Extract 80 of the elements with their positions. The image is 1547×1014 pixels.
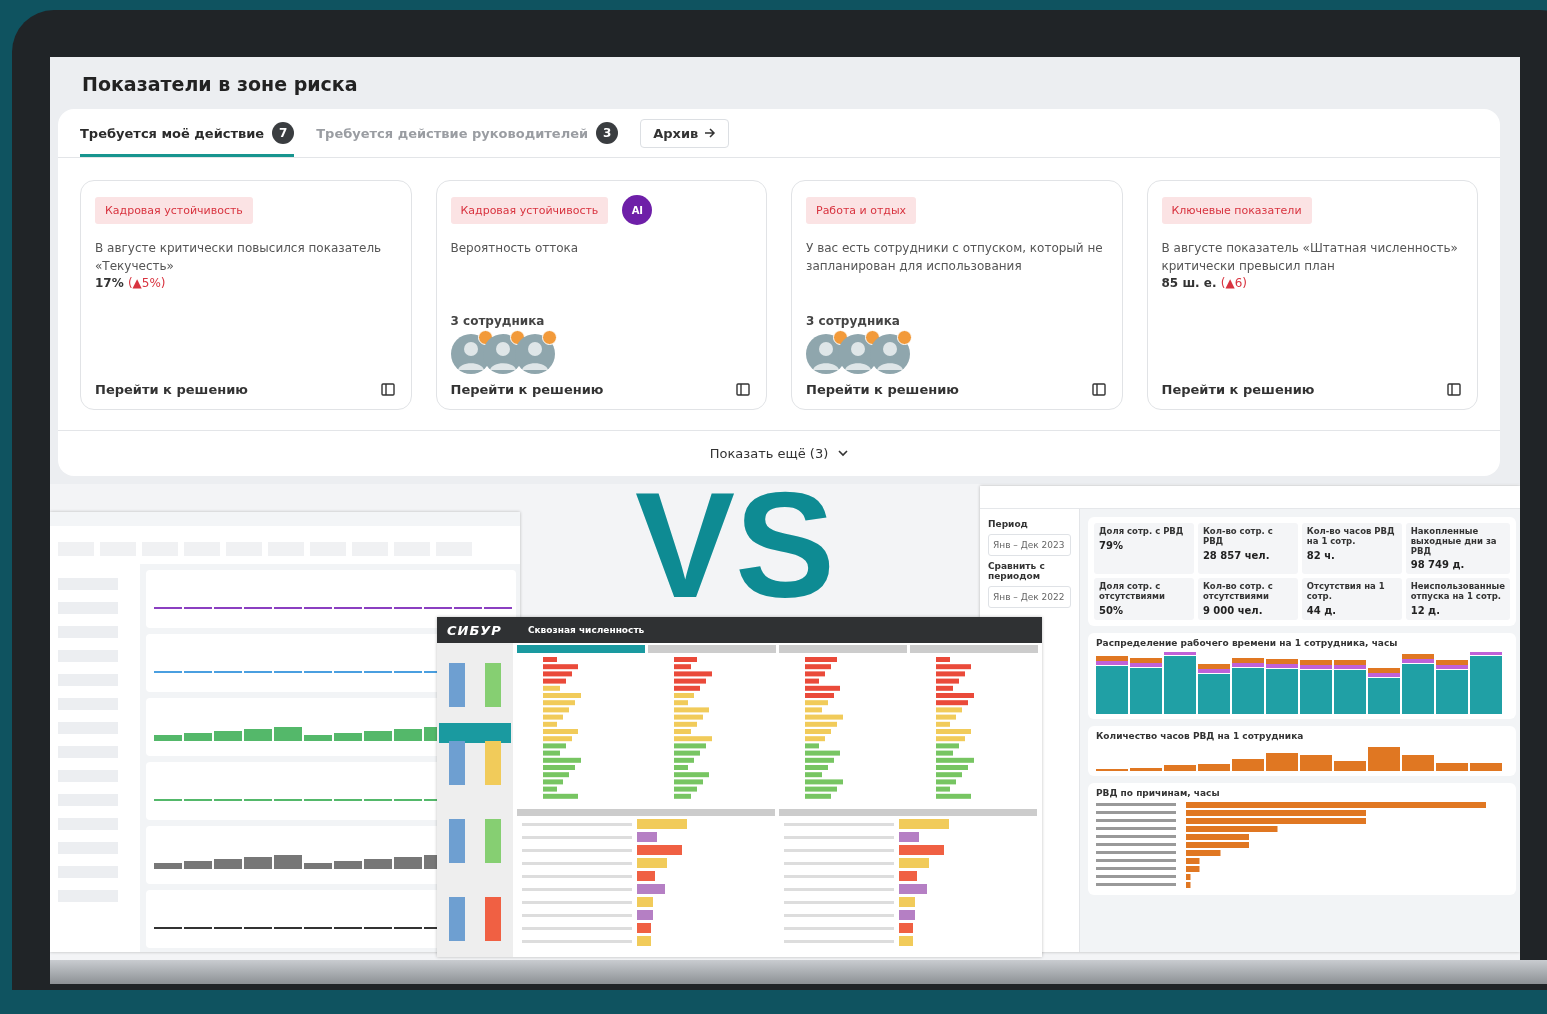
- count-badge: 7: [272, 122, 295, 144]
- arrow-right-icon: [704, 128, 717, 138]
- bar: [1402, 754, 1434, 771]
- bar: [1130, 767, 1162, 771]
- employees-count: 3 сотрудника: [806, 314, 901, 328]
- card-text: У вас есть сотрудники с отпуском, который не запланирован для использования: [806, 240, 1104, 275]
- card-text: Вероятность оттока: [450, 240, 580, 257]
- category-tag: Кадровая устойчивость: [450, 196, 609, 224]
- kpi-label: Накопленные выходные дни за РВД: [1410, 527, 1498, 557]
- bar: [1436, 762, 1468, 771]
- stacked-bar: [1164, 651, 1196, 714]
- bar: [1198, 763, 1230, 771]
- period-field[interactable]: Янв – Дек 2023: [988, 534, 1071, 556]
- stacked-bar: [1198, 663, 1230, 714]
- chart-title: Распределение рабочего времени на 1 сотрудника, часы: [1096, 637, 1399, 648]
- bar: [1470, 762, 1502, 771]
- panel-icon[interactable]: [380, 383, 395, 396]
- bar: [1368, 746, 1400, 771]
- stacked-bar: [1436, 659, 1468, 714]
- metric-value: 85 ш. е. (▲6): [1161, 276, 1248, 290]
- avatar: [514, 334, 555, 374]
- chart-title: Количество часов РВД на 1 сотрудника: [1096, 730, 1305, 741]
- avatar: [870, 334, 910, 374]
- stacked-bar: [1232, 657, 1264, 714]
- kpi-value: 12 д.: [1410, 604, 1441, 616]
- stacked-bar: [1096, 655, 1128, 714]
- bar: [1300, 754, 1332, 771]
- category-tag: Работа и отдых: [806, 196, 917, 224]
- panel-icon[interactable]: [1447, 383, 1461, 396]
- bar: [1096, 768, 1128, 771]
- kpi-value: 98 749 д.: [1410, 559, 1466, 571]
- card-text: В августе показатель «Штатная численность» критически превысил план: [1161, 240, 1459, 275]
- solution-link[interactable]: Перейти к решению: [95, 382, 248, 397]
- screen-title: Сквозная численность: [527, 625, 645, 635]
- metric-value: 17% (▲5%): [95, 276, 167, 290]
- stacked-bar: [1300, 659, 1332, 714]
- solution-link[interactable]: Перейти к решению: [450, 382, 604, 397]
- kpi-value: 50%: [1099, 604, 1124, 616]
- tab[interactable]: Требуется действие руководителей 3: [316, 109, 619, 157]
- kpi-label: Отсутствия на 1 сотр.: [1306, 582, 1386, 602]
- solution-link[interactable]: Перейти к решению: [1161, 382, 1315, 397]
- tab[interactable]: Требуется моё действие 7: [80, 109, 295, 157]
- stacked-bar: [1130, 657, 1162, 714]
- kpi-label: Неиспользованные отпуска на 1 сотр.: [1410, 582, 1505, 602]
- solution-link[interactable]: Перейти к решению: [806, 382, 959, 397]
- field-label: Период: [988, 519, 1029, 529]
- bar: [1266, 752, 1298, 771]
- kpi-label: Доля сотр. с РВД: [1099, 527, 1185, 537]
- kpi-value: 82 ч.: [1306, 549, 1336, 561]
- kpi-label: Кол-во сотр. с отсутствиями: [1202, 582, 1274, 602]
- kpi-value: 79%: [1099, 539, 1124, 551]
- card-text: В августе критически повысился показатель «Текучесть»: [95, 240, 383, 275]
- bar: [1164, 764, 1196, 771]
- kpi-label: Кол-во часов РВД на 1 сотр.: [1306, 527, 1396, 547]
- panel-icon[interactable]: [736, 383, 750, 396]
- stacked-bar: [1334, 659, 1366, 714]
- kpi-label: Кол-во сотр. с РВД: [1202, 527, 1274, 547]
- kpi-value: 9 000 чел.: [1202, 604, 1264, 616]
- stacked-bar: [1368, 667, 1400, 714]
- category-tag: Ключевые показатели: [1161, 196, 1312, 224]
- period-field[interactable]: Янв – Дек 2022: [988, 586, 1071, 608]
- bar: [1232, 758, 1264, 771]
- stacked-bar: [1266, 658, 1298, 714]
- bar: [1334, 760, 1366, 771]
- stacked-bar: [1402, 653, 1434, 714]
- kpi-label: Доля сотр. с отсутствиями: [1099, 582, 1166, 602]
- count-badge: 3: [596, 122, 619, 144]
- kpi-value: 44 д.: [1306, 604, 1338, 616]
- chevron-down-icon: [838, 450, 849, 457]
- page-title: Показатели в зоне риска: [82, 73, 359, 95]
- logo: СИБУР: [447, 622, 502, 638]
- panel-icon[interactable]: [1091, 383, 1106, 396]
- field-label: Сравнить с периодом: [988, 561, 1046, 581]
- archive-button[interactable]: Архив: [640, 118, 730, 148]
- ai-badge: AI: [622, 195, 653, 225]
- employees-count: 3 сотрудника: [450, 314, 546, 328]
- kpi-value: 28 857 чел.: [1202, 549, 1271, 561]
- category-tag: Кадровая устойчивость: [95, 196, 253, 224]
- chart-title: РВД по причинам, часы: [1096, 787, 1221, 798]
- stacked-bar: [1470, 651, 1502, 714]
